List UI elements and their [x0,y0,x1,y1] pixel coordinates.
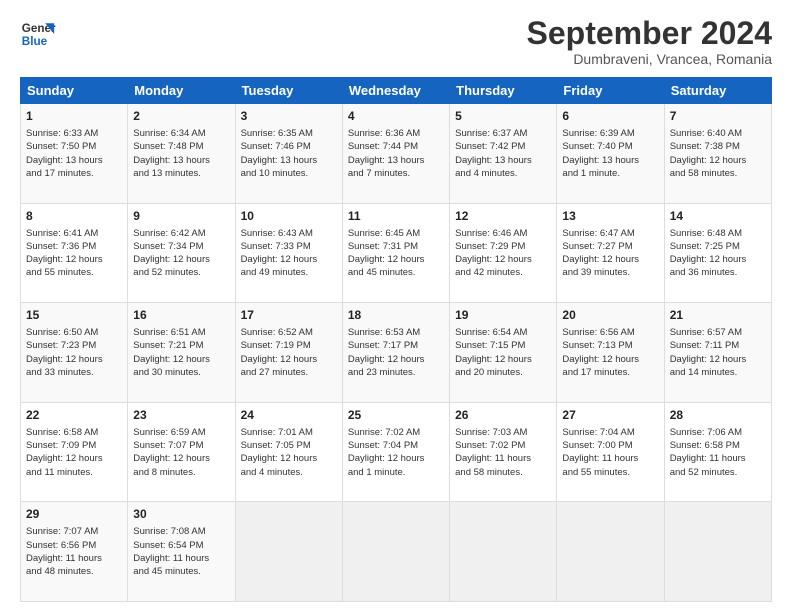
table-row: 30Sunrise: 7:08 AMSunset: 6:54 PMDayligh… [128,502,235,602]
calendar-table: Sunday Monday Tuesday Wednesday Thursday… [20,77,772,602]
day-number: 30 [133,506,229,523]
table-row: 5Sunrise: 6:37 AMSunset: 7:42 PMDaylight… [450,104,557,204]
table-row: 29Sunrise: 7:07 AMSunset: 6:56 PMDayligh… [21,502,128,602]
day-number: 12 [455,208,551,225]
calendar-week-row: 8Sunrise: 6:41 AMSunset: 7:36 PMDaylight… [21,203,772,303]
day-number: 9 [133,208,229,225]
day-number: 21 [670,307,766,324]
table-row: 18Sunrise: 6:53 AMSunset: 7:17 PMDayligh… [342,303,449,403]
table-row: 27Sunrise: 7:04 AMSunset: 7:00 PMDayligh… [557,402,664,502]
table-row: 3Sunrise: 6:35 AMSunset: 7:46 PMDaylight… [235,104,342,204]
table-row: 13Sunrise: 6:47 AMSunset: 7:27 PMDayligh… [557,203,664,303]
table-row: 22Sunrise: 6:58 AMSunset: 7:09 PMDayligh… [21,402,128,502]
svg-text:Blue: Blue [22,35,48,48]
table-row: 1Sunrise: 6:33 AMSunset: 7:50 PMDaylight… [21,104,128,204]
day-number: 24 [241,407,337,424]
day-number: 28 [670,407,766,424]
logo-icon: General Blue [20,16,56,52]
table-row: 17Sunrise: 6:52 AMSunset: 7:19 PMDayligh… [235,303,342,403]
day-number: 6 [562,108,658,125]
day-number: 29 [26,506,122,523]
day-number: 19 [455,307,551,324]
col-wednesday: Wednesday [342,78,449,104]
header: General Blue September 2024 Dumbraveni, … [20,16,772,67]
day-number: 22 [26,407,122,424]
day-number: 3 [241,108,337,125]
table-row: 4Sunrise: 6:36 AMSunset: 7:44 PMDaylight… [342,104,449,204]
table-row: 8Sunrise: 6:41 AMSunset: 7:36 PMDaylight… [21,203,128,303]
table-row: 21Sunrise: 6:57 AMSunset: 7:11 PMDayligh… [664,303,771,403]
table-row: 7Sunrise: 6:40 AMSunset: 7:38 PMDaylight… [664,104,771,204]
col-sunday: Sunday [21,78,128,104]
day-number: 8 [26,208,122,225]
calendar-week-row: 29Sunrise: 7:07 AMSunset: 6:56 PMDayligh… [21,502,772,602]
table-row [557,502,664,602]
day-number: 16 [133,307,229,324]
calendar-header-row: Sunday Monday Tuesday Wednesday Thursday… [21,78,772,104]
logo: General Blue [20,16,56,52]
table-row: 19Sunrise: 6:54 AMSunset: 7:15 PMDayligh… [450,303,557,403]
table-row: 6Sunrise: 6:39 AMSunset: 7:40 PMDaylight… [557,104,664,204]
day-number: 27 [562,407,658,424]
day-number: 10 [241,208,337,225]
col-saturday: Saturday [664,78,771,104]
table-row: 11Sunrise: 6:45 AMSunset: 7:31 PMDayligh… [342,203,449,303]
month-title: September 2024 [527,16,772,51]
calendar-week-row: 15Sunrise: 6:50 AMSunset: 7:23 PMDayligh… [21,303,772,403]
location-subtitle: Dumbraveni, Vrancea, Romania [527,51,772,67]
day-number: 14 [670,208,766,225]
table-row: 14Sunrise: 6:48 AMSunset: 7:25 PMDayligh… [664,203,771,303]
day-number: 26 [455,407,551,424]
day-number: 7 [670,108,766,125]
title-block: September 2024 Dumbraveni, Vrancea, Roma… [527,16,772,67]
table-row: 15Sunrise: 6:50 AMSunset: 7:23 PMDayligh… [21,303,128,403]
day-number: 15 [26,307,122,324]
table-row [342,502,449,602]
day-number: 4 [348,108,444,125]
col-monday: Monday [128,78,235,104]
table-row: 16Sunrise: 6:51 AMSunset: 7:21 PMDayligh… [128,303,235,403]
table-row: 20Sunrise: 6:56 AMSunset: 7:13 PMDayligh… [557,303,664,403]
table-row [664,502,771,602]
table-row: 24Sunrise: 7:01 AMSunset: 7:05 PMDayligh… [235,402,342,502]
calendar-week-row: 1Sunrise: 6:33 AMSunset: 7:50 PMDaylight… [21,104,772,204]
day-number: 18 [348,307,444,324]
day-number: 2 [133,108,229,125]
day-number: 13 [562,208,658,225]
table-row: 2Sunrise: 6:34 AMSunset: 7:48 PMDaylight… [128,104,235,204]
day-number: 17 [241,307,337,324]
col-thursday: Thursday [450,78,557,104]
calendar-week-row: 22Sunrise: 6:58 AMSunset: 7:09 PMDayligh… [21,402,772,502]
day-number: 25 [348,407,444,424]
day-number: 11 [348,208,444,225]
col-friday: Friday [557,78,664,104]
table-row: 25Sunrise: 7:02 AMSunset: 7:04 PMDayligh… [342,402,449,502]
table-row [450,502,557,602]
table-row [235,502,342,602]
day-number: 20 [562,307,658,324]
page: General Blue September 2024 Dumbraveni, … [0,0,792,612]
table-row: 10Sunrise: 6:43 AMSunset: 7:33 PMDayligh… [235,203,342,303]
day-number: 1 [26,108,122,125]
table-row: 28Sunrise: 7:06 AMSunset: 6:58 PMDayligh… [664,402,771,502]
table-row: 12Sunrise: 6:46 AMSunset: 7:29 PMDayligh… [450,203,557,303]
table-row: 9Sunrise: 6:42 AMSunset: 7:34 PMDaylight… [128,203,235,303]
day-number: 23 [133,407,229,424]
table-row: 23Sunrise: 6:59 AMSunset: 7:07 PMDayligh… [128,402,235,502]
col-tuesday: Tuesday [235,78,342,104]
table-row: 26Sunrise: 7:03 AMSunset: 7:02 PMDayligh… [450,402,557,502]
day-number: 5 [455,108,551,125]
